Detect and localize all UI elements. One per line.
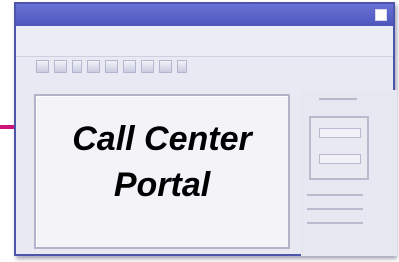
toolbar-icon[interactable]	[54, 60, 67, 73]
divider	[319, 98, 357, 100]
toolbar-icon[interactable]	[177, 60, 187, 73]
toolbar-icon[interactable]	[72, 60, 82, 73]
toolbar-icon[interactable]	[123, 60, 136, 73]
toolbar-icon[interactable]	[141, 60, 154, 73]
app-window: Call Center Portal	[14, 2, 397, 256]
toolbar-icon[interactable]	[159, 60, 172, 73]
menu-bar	[16, 26, 393, 57]
main-content-panel: Call Center Portal	[34, 94, 290, 249]
toolbar-icon[interactable]	[36, 60, 49, 73]
close-icon[interactable]	[375, 9, 387, 21]
widget-field	[319, 154, 361, 164]
panel-title: Call Center Portal	[72, 120, 252, 204]
text-line	[307, 208, 363, 210]
toolbar	[36, 60, 187, 76]
title-bar	[16, 4, 393, 26]
side-widget	[309, 116, 369, 180]
widget-field	[319, 128, 361, 138]
text-line	[307, 194, 363, 196]
text-line	[307, 222, 363, 224]
toolbar-icon[interactable]	[87, 60, 100, 73]
connector-line	[0, 125, 14, 129]
side-panel	[301, 90, 397, 256]
toolbar-icon[interactable]	[105, 60, 118, 73]
